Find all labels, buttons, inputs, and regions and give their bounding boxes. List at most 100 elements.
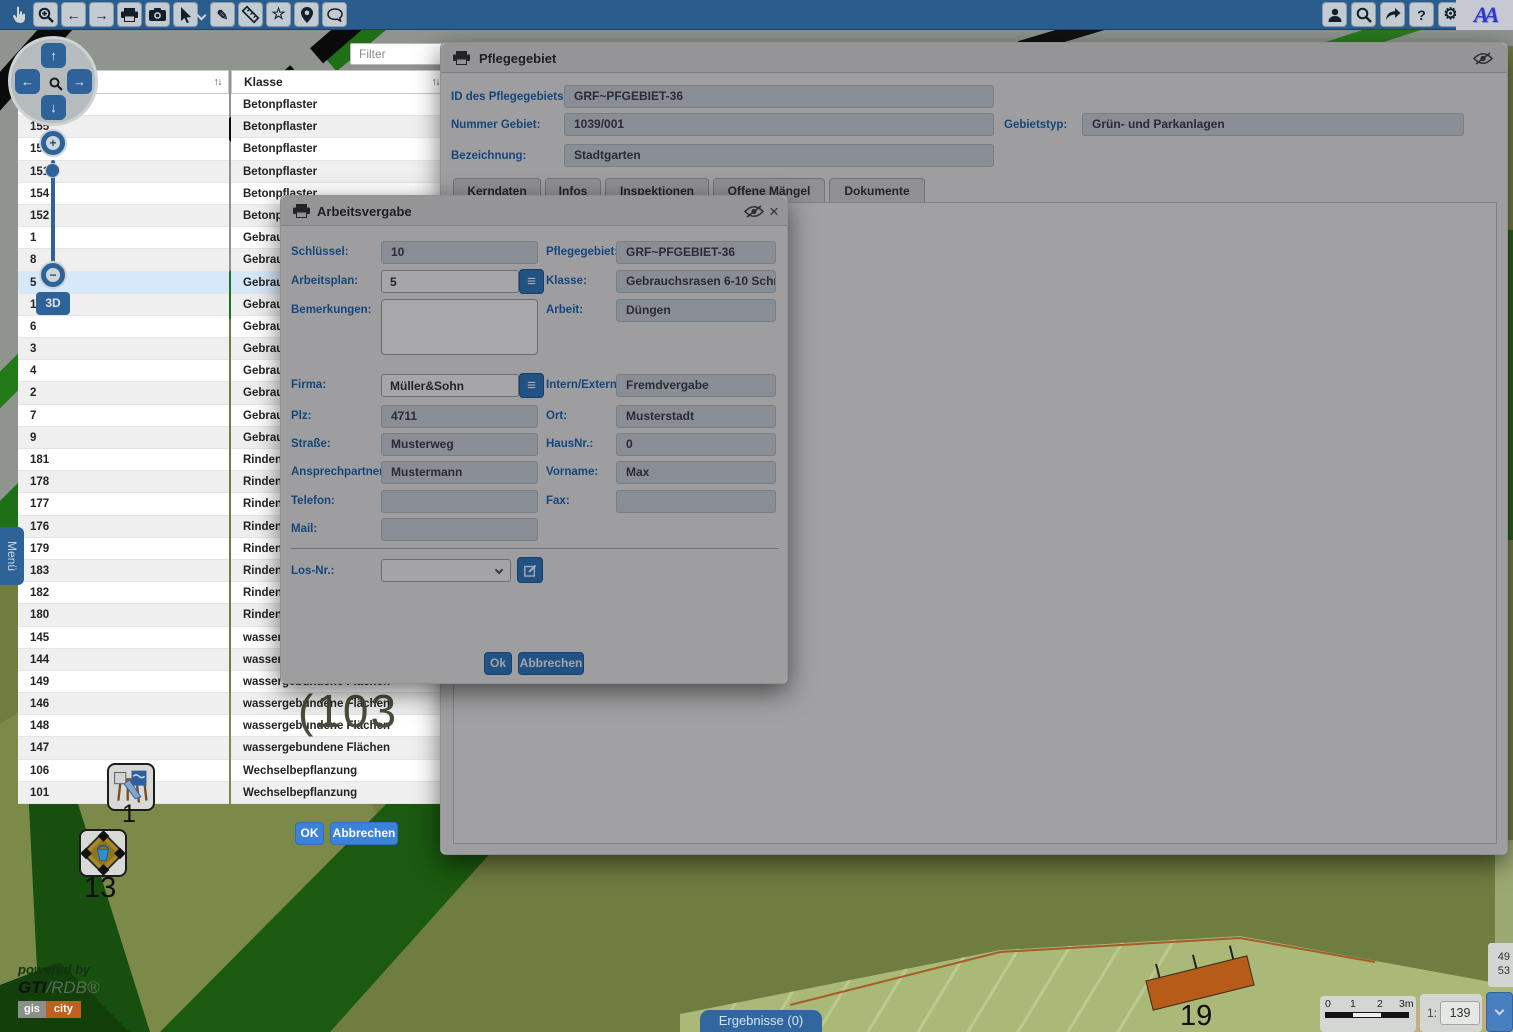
sort-icon[interactable]: ↑↓ [214, 71, 222, 93]
table-cell: 179 [18, 538, 229, 560]
column-header-klasse[interactable]: Klasse ↑↓ [231, 70, 447, 94]
powered-by-text: powered by [18, 962, 110, 977]
coord-line: 53 [1488, 964, 1510, 978]
3d-view-button[interactable]: 3D [36, 292, 70, 315]
ok-button[interactable]: OK [295, 822, 324, 845]
map-scalebar: 0 1 2 3m [1320, 996, 1416, 1032]
screenshot-button[interactable] [145, 2, 170, 27]
sandbox-marker-label: 13 [84, 872, 116, 905]
measure-tool-button[interactable] [238, 2, 263, 27]
table-cell: 152 [18, 205, 229, 227]
scale-tick: 1 [1350, 998, 1356, 1010]
table-cell: 183 [18, 560, 229, 582]
ruler-icon [241, 5, 260, 24]
table-cell: 146 [18, 693, 229, 715]
gis-city-badge: gis city [18, 1001, 110, 1018]
share-button[interactable] [1380, 2, 1405, 27]
chevron-down-icon [1495, 1006, 1505, 1016]
table-cell: 180 [18, 604, 229, 626]
help-button[interactable]: ? [1409, 2, 1434, 27]
center-magnifier-icon[interactable] [49, 77, 63, 91]
back-button[interactable]: ← [61, 2, 86, 27]
location-button[interactable] [294, 2, 319, 27]
table-cell: Betonpflaster [231, 94, 447, 116]
table-cell: wassergebundene Flächen [231, 737, 447, 759]
dialog-dim-overlay [281, 196, 787, 683]
scale-input[interactable] [1440, 1001, 1480, 1025]
arrow-down-icon: ↓ [50, 100, 57, 115]
table-cell: 144 [18, 649, 229, 671]
pan-control-pad: ↑ ← → ↓ [8, 36, 98, 126]
person-icon [1328, 8, 1342, 22]
table-cell: 176 [18, 516, 229, 538]
question-icon: ? [1417, 8, 1426, 22]
arrow-left-icon: ← [67, 8, 81, 22]
scale-prefix: 1: [1427, 1006, 1437, 1020]
table-cell: 3 [18, 338, 229, 360]
zoom-slider-handle[interactable] [45, 163, 60, 178]
print-button[interactable] [117, 2, 142, 27]
pan-left-button[interactable]: ← [15, 69, 40, 94]
pan-right-button[interactable]: → [67, 69, 92, 94]
table-cell: 9 [18, 427, 229, 449]
plus-icon: + [46, 136, 60, 150]
playground-marker-label: 1 [122, 800, 136, 829]
scale-bar [1325, 1012, 1409, 1018]
comment-button[interactable] [322, 2, 347, 27]
scale-dropdown-button[interactable] [1486, 992, 1513, 1032]
draw-tool-button[interactable]: ✎ [210, 2, 235, 27]
table-cell: 182 [18, 582, 229, 604]
select-tool-dropdown[interactable] [195, 2, 207, 28]
table-cell: 177 [18, 493, 229, 515]
pan-down-button[interactable]: ↓ [41, 95, 66, 120]
zoom-in-button[interactable]: + [39, 129, 67, 157]
results-tab[interactable]: Ergebnisse (0) [700, 1010, 822, 1032]
menu-tab[interactable]: Menü [0, 527, 24, 585]
search-icon [1356, 7, 1372, 23]
application-window: (103 1 13 19 powered by GTI/RDB [0, 0, 1513, 1032]
search-button[interactable] [1351, 2, 1376, 27]
sandbox-marker[interactable] [79, 829, 127, 877]
map-area-label: (103 [298, 684, 398, 738]
powered-by-logo: powered by GTI/RDB® gis city [18, 962, 110, 1018]
table-cell: 2 [18, 382, 229, 404]
arrow-right-icon: → [73, 74, 86, 89]
zoom-tool-button[interactable] [33, 2, 58, 27]
building-label: 19 [1180, 1000, 1212, 1032]
sort-icon[interactable]: ↑↓ [432, 71, 440, 93]
pan-hand-tool[interactable] [5, 2, 32, 28]
user-button[interactable] [1322, 2, 1347, 27]
pencil-icon: ✎ [217, 8, 229, 22]
scale-tick: 3m [1399, 998, 1414, 1010]
hand-pointer-icon [11, 6, 27, 24]
arrow-left-icon: ← [21, 74, 34, 89]
table-cell: Betonpflaster [231, 138, 447, 160]
favorites-button[interactable]: ☆ [266, 2, 291, 27]
zoom-out-button[interactable]: − [39, 261, 67, 289]
table-cell: 6 [18, 316, 229, 338]
minus-icon: − [46, 268, 60, 282]
table-cell: 181 [18, 449, 229, 471]
scale-tick: 2 [1377, 998, 1383, 1010]
camera-icon [149, 8, 166, 21]
table-cell: Betonpflaster [231, 116, 447, 138]
table-cell: Wechselbepflanzung [231, 760, 447, 782]
brand-logo: GTI/RDB® [18, 978, 110, 998]
pan-up-button[interactable]: ↑ [41, 43, 66, 68]
arrow-up-icon: ↑ [50, 48, 57, 63]
map-pin-icon [301, 7, 313, 23]
table-cell: 147 [18, 737, 229, 759]
table-cell: 154 [18, 183, 229, 205]
coordinate-readout: 49 53 [1488, 943, 1513, 987]
table-cell: 1 [18, 227, 229, 249]
zoom-in-icon [38, 7, 54, 23]
app-logo: AA [1456, 0, 1513, 30]
scale-tick: 0 [1325, 998, 1331, 1010]
chevron-down-icon [196, 10, 206, 20]
table-cell: 145 [18, 627, 229, 649]
main-toolbar: ← → ✎ [0, 0, 1513, 30]
table-cell: 4 [18, 360, 229, 382]
star-icon: ☆ [271, 7, 285, 23]
forward-button[interactable]: → [89, 2, 114, 27]
cancel-button[interactable]: Abbrechen [330, 822, 398, 845]
